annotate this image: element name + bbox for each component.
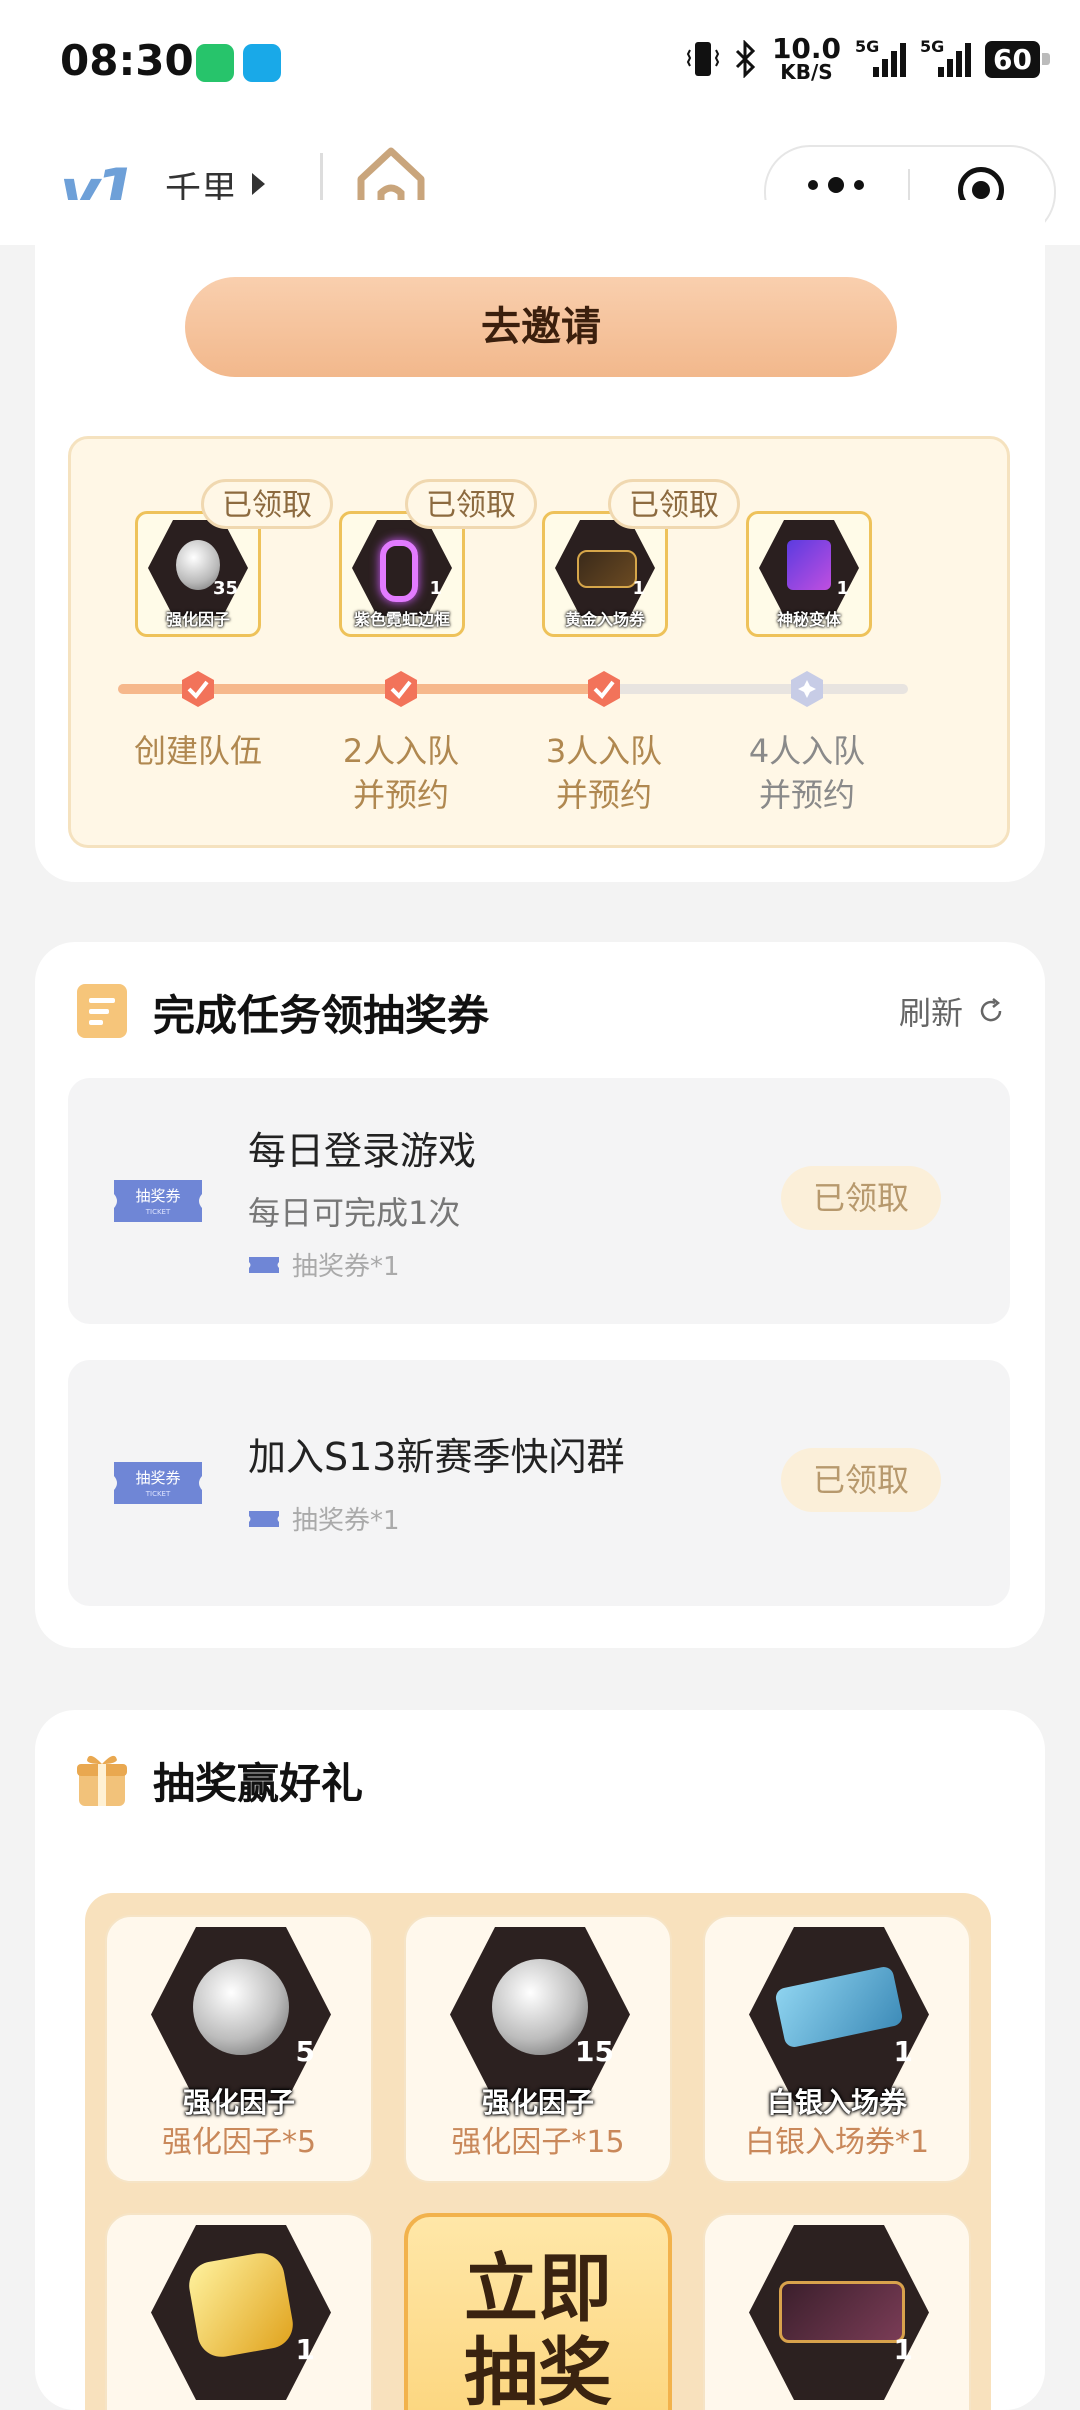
reward-count: 1 bbox=[836, 578, 849, 599]
prize-item: 15 强化因子 强化因子*15 bbox=[404, 1915, 672, 2183]
task-list-icon bbox=[77, 984, 127, 1038]
battery-saver-app-icon bbox=[196, 44, 234, 82]
reward-item: 1 紫色霓虹边框 bbox=[339, 511, 465, 637]
signal-strength-1: 5G bbox=[855, 37, 907, 77]
reward-count: 1 bbox=[429, 578, 442, 599]
lottery-ticket-icon: 抽奖券 TICKET bbox=[114, 1180, 202, 1222]
team-reward-progress: 35 强化因子 已领取 1 紫色霓虹边框 已领取 1 黄金入场券 已领取 1 神… bbox=[68, 436, 1010, 848]
clock: 08:30 bbox=[60, 36, 194, 85]
reward-count: 35 bbox=[212, 578, 238, 599]
task-item: 抽奖券 TICKET 加入S13新赛季快闪群 抽奖券*1 已领取 bbox=[68, 1360, 1010, 1606]
check-icon bbox=[385, 671, 417, 707]
task-title: 每日登录游戏 bbox=[248, 1129, 477, 1173]
prize-item: 5 强化因子 强化因子*5 bbox=[105, 1915, 373, 2183]
gift-icon bbox=[77, 1755, 127, 1806]
refresh-button[interactable]: 刷新 bbox=[899, 988, 1005, 1034]
ticket-label: 抽奖券 bbox=[135, 1187, 180, 1205]
claimed-tag: 已领取 bbox=[405, 479, 537, 529]
step-label: 2人入队 并预约 bbox=[342, 732, 460, 814]
lottery-card: 抽奖赢好礼 5 强化因子 强化因子*5 15 强化因子 强化因子*15 1 白银… bbox=[35, 1710, 1045, 2410]
prize-name: 强化因子 bbox=[182, 2086, 295, 2119]
prize-item: 1 bbox=[105, 2213, 373, 2410]
ticket-sub: TICKET bbox=[145, 1208, 171, 1216]
check-icon bbox=[588, 671, 620, 707]
ticket-sub: TICKET bbox=[145, 1490, 171, 1498]
task-subtitle: 每日可完成1次 bbox=[248, 1194, 461, 1232]
message-app-icon bbox=[243, 44, 281, 82]
prize-label: 白银入场券*1 bbox=[744, 2125, 930, 2160]
signal-strength-2: 5G bbox=[920, 37, 972, 77]
task-reward: 抽奖券*1 bbox=[248, 1246, 400, 1283]
prize-count: 15 bbox=[575, 2035, 614, 2068]
pending-node-icon bbox=[791, 671, 823, 707]
lottery-ticket-icon: 抽奖券 TICKET bbox=[114, 1462, 202, 1504]
prize-grid: 5 强化因子 强化因子*5 15 强化因子 强化因子*15 1 白银入场券 白银… bbox=[85, 1893, 991, 2410]
claimed-button[interactable]: 已领取 bbox=[781, 1448, 941, 1512]
status-icons: 10.0 KB/S 5G 5G 60 bbox=[686, 32, 1050, 84]
gold-ticket-icon bbox=[577, 550, 637, 588]
enhance-factor-icon bbox=[492, 1959, 588, 2055]
prize-label: 强化因子*15 bbox=[451, 2125, 625, 2160]
battery-indicator: 60 bbox=[985, 40, 1050, 78]
prize-label: 强化因子*5 bbox=[161, 2125, 317, 2160]
reward-item: 1 神秘变体 bbox=[746, 511, 872, 637]
prize-item: 1 bbox=[703, 2213, 971, 2410]
claimed-tag: 已领取 bbox=[201, 479, 333, 529]
step-label: 创建队伍 bbox=[133, 732, 262, 770]
draw-now-button[interactable]: 立即 抽奖 bbox=[404, 2213, 672, 2410]
section-title: 完成任务领抽奖券 bbox=[153, 991, 490, 1040]
more-options-icon[interactable] bbox=[808, 177, 864, 193]
reward-count: 1 bbox=[632, 578, 645, 599]
prize-count: 5 bbox=[295, 2035, 315, 2068]
tasks-card: 完成任务领抽奖券 刷新 抽奖券 TICKET 每日登录游戏 每日可完成1次 抽奖… bbox=[35, 942, 1045, 1648]
reward-name: 神秘变体 bbox=[776, 610, 841, 629]
step-label: 3人入队 并预约 bbox=[545, 732, 663, 814]
reward-item: 35 强化因子 bbox=[135, 511, 261, 637]
bluetooth-icon bbox=[735, 40, 756, 78]
task-title: 加入S13新赛季快闪群 bbox=[248, 1435, 625, 1479]
reward-name: 黄金入场券 bbox=[564, 610, 645, 629]
refresh-label: 刷新 bbox=[898, 994, 963, 1032]
reward-name: 强化因子 bbox=[165, 610, 230, 629]
prize-count: 1 bbox=[893, 2333, 913, 2366]
mystery-variant-icon bbox=[787, 540, 831, 590]
prize-count: 1 bbox=[893, 2035, 913, 2068]
network-speed: 10.0 KB/S bbox=[771, 32, 842, 84]
small-ticket-icon bbox=[249, 1510, 279, 1527]
task-item: 抽奖券 TICKET 每日登录游戏 每日可完成1次 抽奖券*1 已领取 bbox=[68, 1078, 1010, 1324]
step-label: 4人入队 并预约 bbox=[748, 732, 866, 814]
prize-count: 1 bbox=[295, 2333, 315, 2366]
reward-name: 紫色霓虹边框 bbox=[353, 610, 450, 629]
prize-item: 1 白银入场券 白银入场券*1 bbox=[703, 1915, 971, 2183]
enhance-factor-icon bbox=[193, 1959, 289, 2055]
small-ticket-icon bbox=[249, 1256, 279, 1273]
ticket-label: 抽奖券 bbox=[135, 1469, 180, 1487]
refresh-icon bbox=[980, 998, 1002, 1022]
vibrate-icon bbox=[686, 42, 720, 76]
reward-item: 1 黄金入场券 bbox=[542, 511, 668, 637]
caret-right-icon[interactable] bbox=[252, 173, 265, 195]
gold-ticket-icon bbox=[779, 2281, 905, 2343]
neon-frame-icon bbox=[380, 540, 418, 602]
status-bar: 08:30 10.0 KB/S 5G 5G 60 bbox=[0, 0, 1080, 125]
invite-button[interactable]: 去邀请 bbox=[185, 277, 897, 377]
claimed-button[interactable]: 已领取 bbox=[781, 1166, 941, 1230]
invite-card: 去邀请 35 强化因子 已领取 1 紫色霓虹边框 已领取 1 黄金入场券 已领取… bbox=[35, 200, 1045, 882]
golden-card-icon bbox=[185, 2249, 297, 2361]
task-reward: 抽奖券*1 bbox=[248, 1500, 400, 1537]
claimed-tag: 已领取 bbox=[608, 479, 740, 529]
prize-name: 白银入场券 bbox=[766, 2086, 907, 2119]
check-icon bbox=[182, 671, 214, 707]
section-title: 抽奖赢好礼 bbox=[153, 1759, 364, 1808]
prize-name: 强化因子 bbox=[481, 2086, 594, 2119]
